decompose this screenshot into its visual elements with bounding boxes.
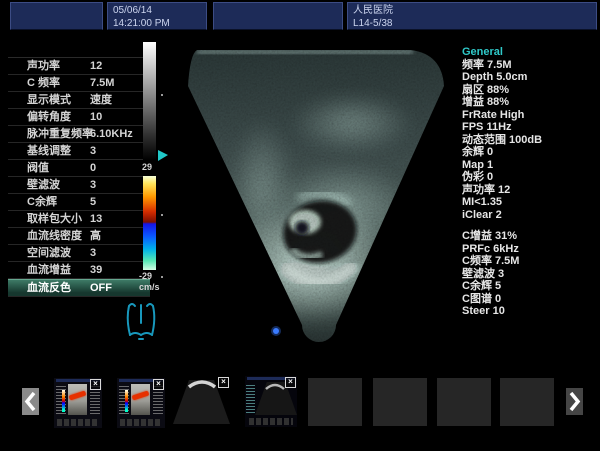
param-row-threshold[interactable]: 阀值0 <box>8 160 150 177</box>
close-button[interactable]: × <box>285 377 296 388</box>
ultrasound-fan <box>152 38 472 348</box>
thumb-left-text <box>246 383 255 413</box>
param-frequency: 频率 7.5M <box>462 59 596 72</box>
param-row-spatial-filter[interactable]: 空间滤波3 <box>8 245 150 262</box>
exam-info-box <box>213 2 343 30</box>
thumb-colorbar <box>125 390 128 412</box>
param-c-map: C图谱 0 <box>462 293 596 306</box>
param-pseudocolor: 伪彩 0 <box>462 171 596 184</box>
param-c-gain: C增益 31% <box>462 230 596 243</box>
thumbnail-4[interactable]: × <box>245 376 297 427</box>
close-button[interactable]: × <box>153 379 164 390</box>
param-persistence: 余辉 0 <box>462 146 596 159</box>
probe-model: L14-5/38 <box>353 17 591 30</box>
param-map: Map 1 <box>462 159 596 172</box>
preset-name: General <box>462 46 596 59</box>
probe-arc <box>265 381 285 390</box>
param-acoustic-power: 声功率 12 <box>462 184 596 197</box>
param-row-wall-filter[interactable]: 壁滤波3 <box>8 177 150 194</box>
param-row-color-invert-selected[interactable]: 血流反色OFF <box>8 279 150 297</box>
empty-thumbnail-slot <box>500 378 554 426</box>
param-row-c-frequency[interactable]: C 频率7.5M <box>8 75 150 92</box>
thumbnail-3[interactable]: × <box>173 376 230 427</box>
param-iclear: iClear 2 <box>462 209 596 222</box>
param-fps: FPS 11Hz <box>462 121 596 134</box>
hospital-name: 人民医院 <box>353 4 591 17</box>
param-row-color-gain[interactable]: 血流增益39 <box>8 262 150 279</box>
thumb-colorbar <box>62 390 65 412</box>
param-gain: 增益 88% <box>462 96 596 109</box>
focus-arrow-icon[interactable] <box>158 150 168 161</box>
chevron-left-icon <box>24 391 37 412</box>
param-frame-rate: FrRate High <box>462 109 596 122</box>
probe-mark-dot <box>273 328 279 334</box>
param-row-c-persistence[interactable]: C余辉5 <box>8 194 150 211</box>
depth-tick <box>161 214 163 216</box>
param-steer: Steer 10 <box>462 305 596 318</box>
time-text: 14:21:00 PM <box>113 17 201 30</box>
thumb-mini-strip <box>120 419 162 426</box>
close-button[interactable]: × <box>90 379 101 390</box>
depth-tick <box>161 276 163 278</box>
date-text: 05/06/14 <box>113 4 201 17</box>
ultrasound-screen: 05/06/14 14:21:00 PM 人民医院 L14-5/38 声功率12… <box>0 0 600 451</box>
param-row-prf[interactable]: 脉冲重复频率6.10KHz <box>8 126 150 143</box>
param-sector: 扇区 88% <box>462 84 596 97</box>
parameter-menu: 声功率12 C 频率7.5M 显示模式速度 偏转角度10 脉冲重复频率6.10K… <box>8 57 150 297</box>
param-row-display-mode[interactable]: 显示模式速度 <box>8 92 150 109</box>
ultrasound-image[interactable] <box>152 38 472 348</box>
doppler-flow <box>69 390 87 400</box>
body-marker-icon[interactable] <box>121 299 161 345</box>
image-parameters-panel: General 频率 7.5M Depth 5.0cm 扇区 88% 增益 88… <box>462 46 596 318</box>
param-row-acoustic-power[interactable]: 声功率12 <box>8 58 150 75</box>
hospital-box: 人民医院 L14-5/38 <box>347 2 597 30</box>
thumb-image <box>68 384 87 415</box>
thumb-image <box>131 384 150 415</box>
thumbnail-2[interactable]: × <box>117 378 165 428</box>
doppler-flow <box>132 390 150 400</box>
probe-arc <box>188 377 216 389</box>
param-row-baseline[interactable]: 基线调整3 <box>8 143 150 160</box>
param-dynamic-range: 动态范围 100dB <box>462 134 596 147</box>
param-c-frequency: C频率 7.5M <box>462 255 596 268</box>
prev-button[interactable] <box>22 388 39 415</box>
system-status-box <box>10 2 103 30</box>
depth-tick <box>161 94 163 96</box>
param-row-packet-size[interactable]: 取样包大小13 <box>8 211 150 228</box>
param-wall-filter: 壁滤波 3 <box>462 268 596 281</box>
param-mi: MI<1.35 <box>462 196 596 209</box>
next-button[interactable] <box>566 388 583 415</box>
empty-thumbnail-slot <box>437 378 491 426</box>
datetime-box: 05/06/14 14:21:00 PM <box>107 2 207 30</box>
close-button[interactable]: × <box>218 377 229 388</box>
param-row-line-density[interactable]: 血流线密度高 <box>8 228 150 245</box>
thumbnail-1[interactable]: × <box>54 378 102 428</box>
empty-thumbnail-slot <box>373 378 427 426</box>
param-depth: Depth 5.0cm <box>462 71 596 84</box>
chevron-right-icon <box>568 391 581 412</box>
param-prfc: PRFc 6kHz <box>462 243 596 256</box>
thumb-mini-strip <box>249 418 293 425</box>
param-row-steer-angle[interactable]: 偏转角度10 <box>8 109 150 126</box>
thumb-mini-strip <box>57 419 99 426</box>
param-c-persistence: C余辉 5 <box>462 280 596 293</box>
empty-thumbnail-slot <box>308 378 362 426</box>
